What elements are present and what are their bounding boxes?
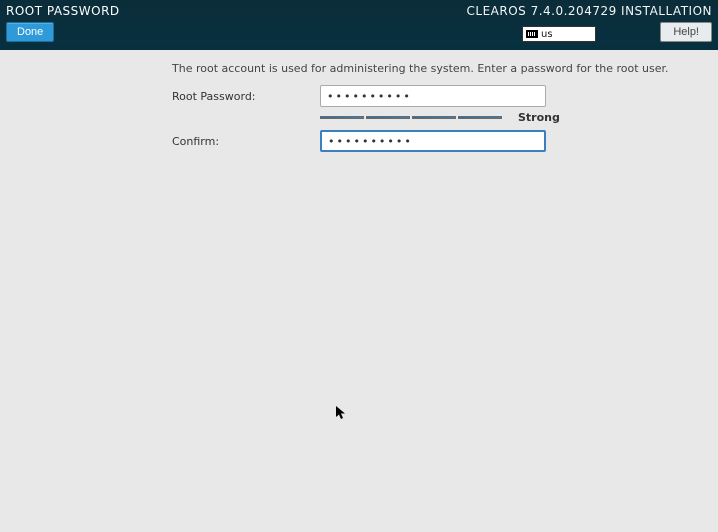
strength-segment — [366, 116, 410, 119]
keyboard-layout-label: us — [541, 29, 553, 40]
mouse-cursor — [336, 406, 346, 420]
screen-title: ROOT PASSWORD — [6, 4, 120, 18]
password-strength-row: Strong — [320, 111, 718, 124]
root-password-row: Root Password: — [172, 85, 718, 107]
done-button[interactable]: Done — [6, 22, 54, 42]
content-area: The root account is used for administeri… — [0, 50, 718, 152]
confirm-password-row: Confirm: — [172, 130, 718, 152]
strength-segment — [412, 116, 456, 119]
strength-segment — [320, 116, 364, 119]
confirm-password-input[interactable] — [320, 130, 546, 152]
help-button[interactable]: Help! — [660, 22, 712, 42]
keyboard-layout-selector[interactable]: us — [522, 26, 596, 42]
strength-segment — [458, 116, 502, 119]
description-text: The root account is used for administeri… — [172, 58, 698, 85]
product-title: CLEAROS 7.4.0.204729 INSTALLATION — [467, 4, 713, 18]
header-bar: ROOT PASSWORD CLEAROS 7.4.0.204729 INSTA… — [0, 0, 718, 50]
keyboard-icon — [526, 30, 538, 38]
confirm-password-label: Confirm: — [172, 135, 320, 148]
root-password-input[interactable] — [320, 85, 546, 107]
strength-label: Strong — [518, 111, 560, 124]
root-password-label: Root Password: — [172, 90, 320, 103]
